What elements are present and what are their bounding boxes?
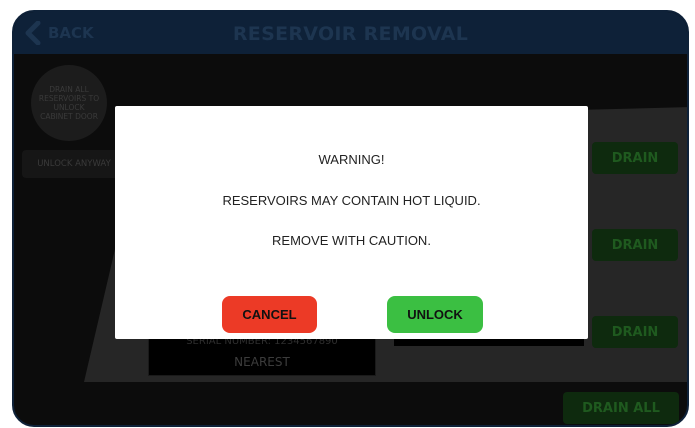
drain-all-notice-text: DRAIN ALL RESERVOIRS TO UNLOCK CABINET D…	[38, 85, 100, 121]
unlock-button[interactable]: UNLOCK	[387, 296, 483, 333]
warning-message-hot-liquid: RESERVOIRS MAY CONTAIN HOT LIQUID.	[222, 193, 481, 208]
header-bar: BACK RESERVOIR REMOVAL	[14, 12, 687, 54]
drain-button-2[interactable]: DRAIN	[592, 229, 678, 261]
drain-button-3[interactable]: DRAIN	[592, 316, 678, 348]
cancel-button[interactable]: CANCEL	[222, 296, 317, 333]
page-title: RESERVOIR REMOVAL	[232, 23, 469, 45]
drain-button-1[interactable]: DRAIN	[592, 142, 678, 174]
drain-all-notice: DRAIN ALL RESERVOIRS TO UNLOCK CABINET D…	[31, 65, 107, 141]
warning-message-caution: REMOVE WITH CAUTION.	[272, 233, 431, 248]
warning-heading: WARNING!	[318, 152, 385, 167]
unlock-anyway-button[interactable]: UNLOCK ANYWAY	[22, 150, 126, 178]
drain-all-button[interactable]: DRAIN ALL	[563, 392, 679, 424]
reservoir-position: NEAREST	[234, 355, 290, 369]
warning-dialog: WARNING! RESERVOIRS MAY CONTAIN HOT LIQU…	[115, 106, 588, 339]
